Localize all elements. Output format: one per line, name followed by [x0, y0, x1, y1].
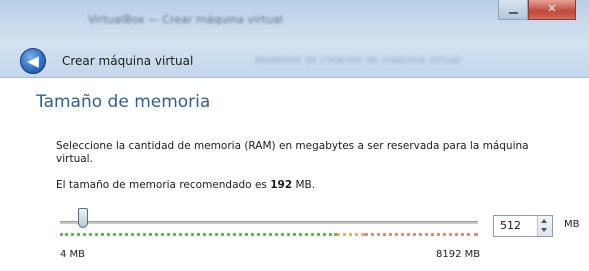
page-description: Seleccione la cantidad de memoria (RAM) … — [56, 140, 529, 165]
back-arrow-icon: ◀ — [27, 52, 39, 70]
minimize-button[interactable] — [498, 0, 528, 20]
wizard-title: Crear máquina virtual — [62, 54, 194, 68]
memory-slider-track[interactable] — [60, 221, 478, 224]
recommended-memory-text: El tamaño de memoria recomendado es 192 … — [56, 179, 315, 192]
memory-size-spinbox[interactable]: 512 — [493, 215, 553, 237]
title-bar: VirtualBox — Crear máquina virtual ✕ — [0, 0, 589, 44]
wizard-page: Tamaño de memoria Seleccione la cantidad… — [0, 78, 589, 271]
recommended-memory-value: 192 — [270, 179, 293, 191]
wizard-window: VirtualBox — Crear máquina virtual ✕ ◀ C… — [0, 0, 589, 271]
window-title: VirtualBox — Crear máquina virtual — [88, 13, 283, 26]
back-button[interactable]: ◀ — [20, 48, 46, 74]
increment-arrow-icon[interactable] — [541, 219, 547, 223]
memory-size-value[interactable]: 512 — [500, 219, 521, 233]
recommendation-prefix: El tamaño de memoria recomendado es — [56, 179, 271, 191]
memory-slider-thumb[interactable] — [78, 208, 88, 228]
wizard-hint: Asistente de creación de máquina virtual — [255, 55, 461, 66]
memory-unit-label: MB — [564, 219, 580, 230]
wizard-nav-bar: ◀ Crear máquina virtual Asistente de cre… — [0, 44, 589, 78]
decrement-arrow-icon[interactable] — [541, 228, 547, 232]
spinbox-arrows — [537, 216, 552, 236]
close-button[interactable]: ✕ — [528, 0, 576, 20]
close-icon: ✕ — [547, 2, 557, 15]
memory-min-label: 4 MB — [60, 249, 86, 260]
recommendation-suffix: MB. — [292, 179, 316, 191]
memory-max-label: 8192 MB — [436, 249, 481, 260]
page-title: Tamaño de memoria — [36, 92, 211, 112]
memory-scale-safe — [60, 233, 337, 236]
memory-scale-warning — [337, 233, 364, 236]
memory-scale-danger — [364, 233, 478, 236]
